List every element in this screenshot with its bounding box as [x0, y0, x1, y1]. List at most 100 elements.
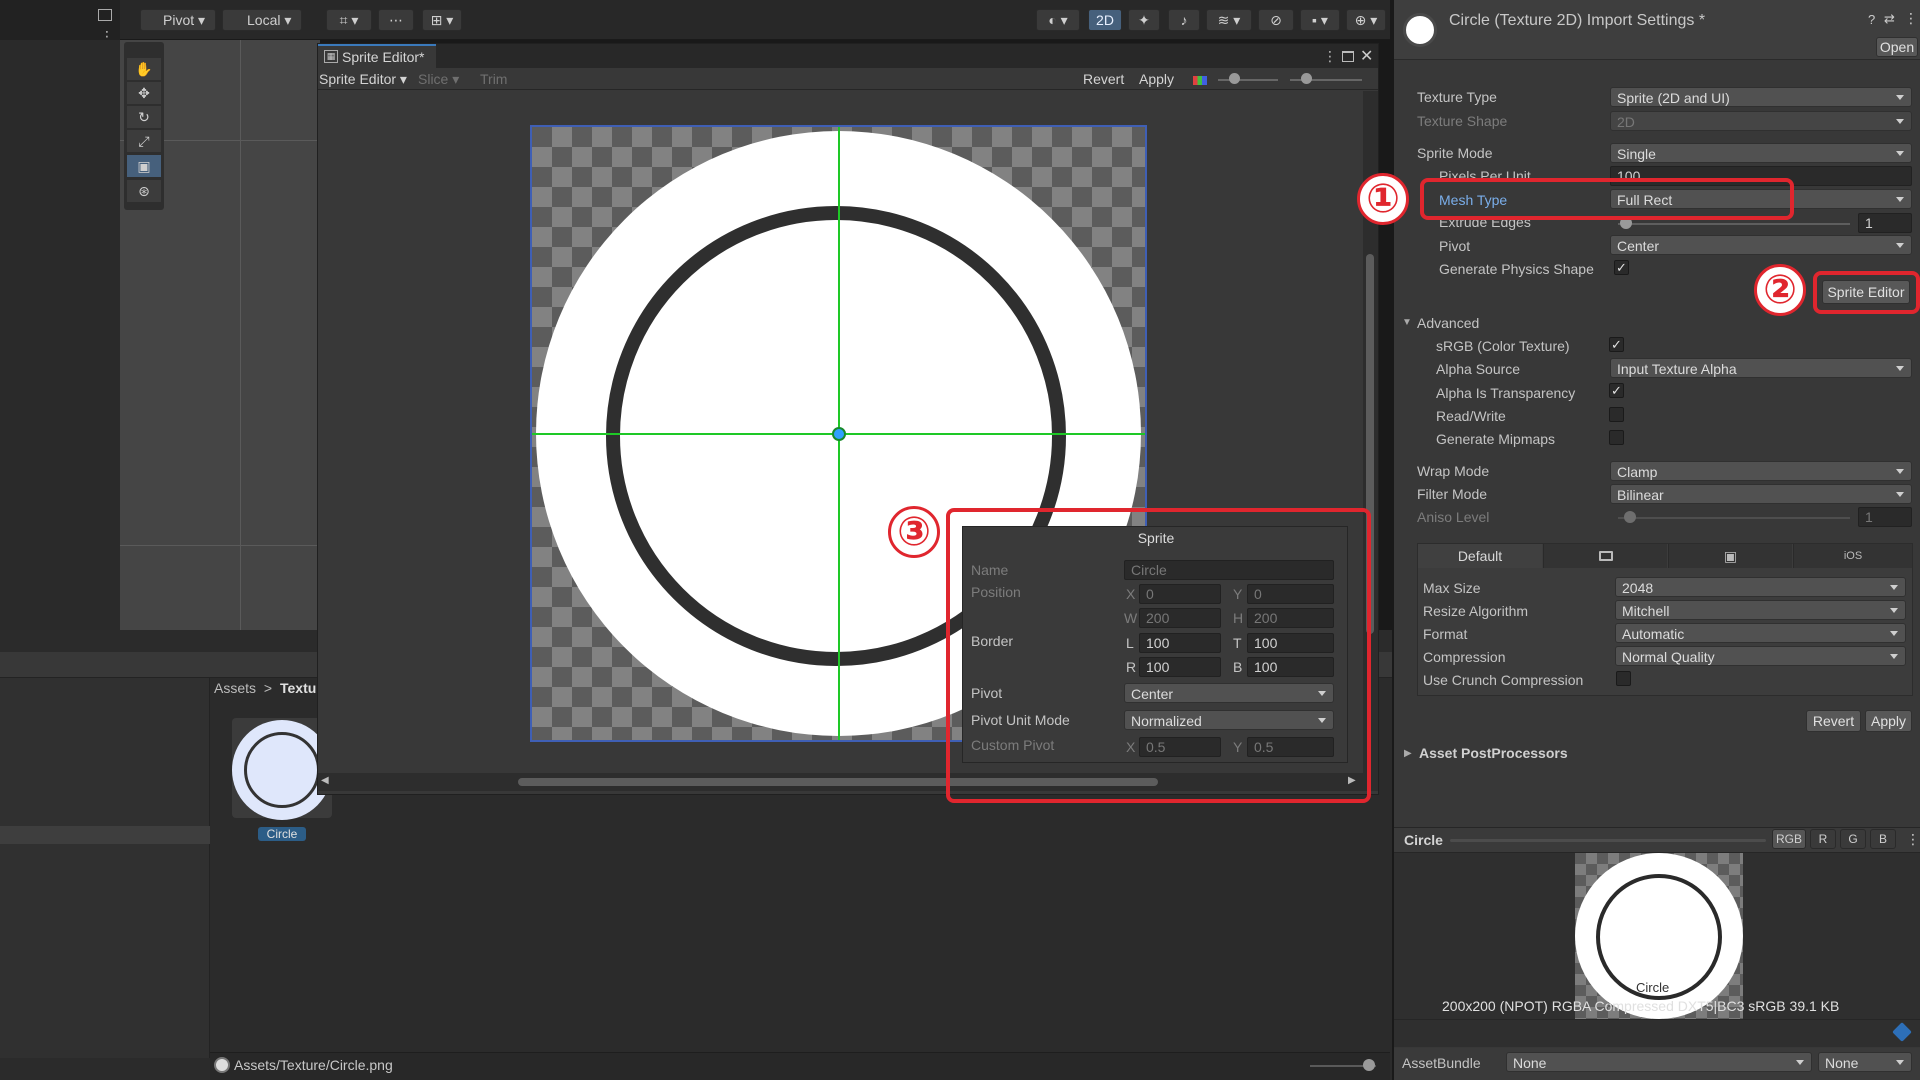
tab-android[interactable]: ▣: [1668, 544, 1792, 568]
window-maximize-icon[interactable]: [1342, 51, 1354, 62]
max-size-dropdown[interactable]: 2048: [1615, 577, 1906, 597]
effects-dropdown[interactable]: ≋ ▾: [1206, 9, 1252, 31]
mipmaps-checkbox[interactable]: [1609, 430, 1624, 445]
mip-slider-handle[interactable]: [1301, 73, 1312, 84]
project-tree-selected[interactable]: [0, 826, 210, 844]
asset-labels-bar: [1394, 1019, 1920, 1047]
2d-label: 2D: [1096, 12, 1114, 28]
editor-revert-button[interactable]: Revert: [1083, 71, 1124, 87]
shading-mode-button[interactable]: ◐ ▾: [1036, 9, 1080, 31]
channel-r[interactable]: R: [1810, 829, 1836, 849]
annotation-number-1: ①: [1357, 173, 1409, 225]
texture-shape-dropdown[interactable]: 2D: [1610, 111, 1912, 131]
wrap-mode-dropdown[interactable]: Clamp: [1610, 461, 1912, 481]
channel-rgb[interactable]: RGB: [1772, 829, 1806, 849]
channel-g-label: G: [1848, 832, 1858, 846]
camera-dropdown[interactable]: ▪ ▾: [1300, 9, 1340, 31]
gizmos-dropdown[interactable]: ⊕ ▾: [1346, 9, 1386, 31]
alpha-source-dropdown[interactable]: Input Texture Alpha: [1610, 358, 1912, 378]
aniso-slider-thumb[interactable]: [1624, 511, 1636, 523]
2d-toggle[interactable]: 2D: [1088, 9, 1122, 31]
extrude-field[interactable]: 1: [1858, 213, 1912, 233]
window-menu-icon[interactable]: ⋮: [1323, 48, 1337, 65]
assetbundle-variant-dropdown[interactable]: None: [1818, 1052, 1912, 1072]
sprite-editor-mode-dropdown[interactable]: Sprite Editor ▾: [319, 71, 407, 88]
lighting-toggle[interactable]: ✦: [1128, 9, 1160, 31]
alpha-transparency-checkbox[interactable]: ✓: [1609, 383, 1624, 398]
hidden-objects-toggle[interactable]: ⊘: [1258, 9, 1294, 31]
preview-title: Circle: [1404, 832, 1443, 848]
help-icon[interactable]: ?: [1868, 12, 1875, 27]
texture-asset-icon: [1403, 13, 1437, 47]
resize-dropdown[interactable]: Mitchell: [1615, 600, 1906, 620]
srgb-label: sRGB (Color Texture): [1436, 338, 1570, 354]
pivot-dropdown[interactable]: Center: [1610, 235, 1912, 255]
texture-type-dropdown[interactable]: Sprite (2D and UI): [1610, 87, 1912, 107]
texture-file-icon: [214, 1057, 230, 1073]
color-channel-icon[interactable]: [1193, 76, 1207, 85]
zoom-slider-handle[interactable]: [1229, 73, 1240, 84]
mipmaps-label: Generate Mipmaps: [1436, 431, 1556, 447]
aniso-label: Aniso Level: [1417, 509, 1490, 525]
tab-standalone[interactable]: [1543, 544, 1667, 568]
slice-dropdown[interactable]: Slice ▾: [418, 71, 459, 88]
local-dropdown[interactable]: Local ▾: [222, 9, 302, 31]
breadcrumb-assets[interactable]: Assets: [214, 680, 256, 696]
physics-shape-checkbox[interactable]: ✓: [1614, 260, 1629, 275]
maximize-icon[interactable]: [98, 9, 112, 21]
preset-icon[interactable]: ⇄: [1884, 11, 1895, 27]
channel-b[interactable]: B: [1870, 829, 1896, 849]
open-button[interactable]: Open: [1876, 37, 1918, 57]
grid-line-v: [240, 40, 241, 630]
transform-tool-icon[interactable]: ⊛: [127, 180, 161, 202]
aniso-field[interactable]: 1: [1858, 507, 1912, 527]
crunch-checkbox[interactable]: [1616, 671, 1631, 686]
move-tool-icon[interactable]: ✥: [127, 82, 161, 104]
pivot-dropdown[interactable]: Pivot ▾: [140, 9, 216, 31]
postprocessors-foldout[interactable]: Asset PostProcessors: [1419, 745, 1568, 761]
local-label: Local: [247, 12, 281, 28]
postprocessors-arrow[interactable]: ▶: [1404, 748, 1412, 759]
hand-tool-icon[interactable]: ✋: [127, 58, 161, 80]
zoom-slider-thumb[interactable]: [1363, 1059, 1375, 1071]
increment-snap-button[interactable]: ⊞ ▾: [422, 9, 462, 31]
assetbundle-dropdown[interactable]: None: [1506, 1052, 1812, 1072]
resize-label: Resize Algorithm: [1423, 603, 1529, 619]
advanced-foldout-arrow[interactable]: ▼: [1402, 317, 1412, 328]
scale-tool-icon[interactable]: ⤢: [127, 130, 161, 152]
rotate-tool-icon[interactable]: ↻: [127, 106, 161, 128]
compression-dropdown[interactable]: Normal Quality: [1615, 646, 1906, 666]
window-close-icon[interactable]: ✕: [1360, 46, 1373, 66]
sprite-mode-label: Sprite Mode: [1417, 145, 1493, 161]
breadcrumb-texture[interactable]: Textu: [280, 680, 316, 696]
inspector-revert-button[interactable]: Revert: [1806, 710, 1861, 732]
scroll-left-arrow[interactable]: ◀: [321, 775, 329, 786]
tab-default[interactable]: Default: [1418, 544, 1542, 568]
max-size-label: Max Size: [1423, 580, 1481, 596]
rect-tool-icon[interactable]: ▣: [127, 155, 161, 177]
inspector-apply-button[interactable]: Apply: [1865, 710, 1912, 732]
status-path: Assets/Texture/Circle.png: [234, 1057, 393, 1073]
filter-mode-dropdown[interactable]: Bilinear: [1610, 484, 1912, 504]
grid-visibility-button[interactable]: ⋯: [378, 9, 414, 31]
preview-menu-icon[interactable]: ⋮: [1906, 831, 1920, 848]
zoom-slider[interactable]: [1218, 79, 1278, 81]
pivot-handle[interactable]: [832, 427, 846, 441]
preview-resize-handle[interactable]: [1450, 839, 1766, 842]
channel-g[interactable]: G: [1840, 829, 1866, 849]
aniso-slider-track[interactable]: [1618, 517, 1850, 519]
sprite-mode-dropdown[interactable]: Single: [1610, 143, 1912, 163]
format-dropdown[interactable]: Automatic: [1615, 623, 1906, 643]
annotation-box-sprite-panel: [946, 508, 1371, 803]
editor-apply-button[interactable]: Apply: [1139, 71, 1174, 87]
srgb-checkbox[interactable]: ✓: [1609, 337, 1624, 352]
inspector-menu-icon[interactable]: ⋮: [1904, 10, 1918, 27]
read-write-checkbox[interactable]: [1609, 407, 1624, 422]
grid-snap-button[interactable]: ⌗ ▾: [326, 9, 372, 31]
asset-label[interactable]: Circle: [258, 827, 306, 841]
trim-button[interactable]: Trim: [480, 71, 507, 87]
advanced-foldout[interactable]: Advanced: [1417, 315, 1479, 331]
audio-toggle[interactable]: ♪: [1168, 9, 1200, 31]
tab-ios[interactable]: iOS: [1793, 544, 1912, 568]
extrude-slider-track[interactable]: [1618, 223, 1850, 225]
